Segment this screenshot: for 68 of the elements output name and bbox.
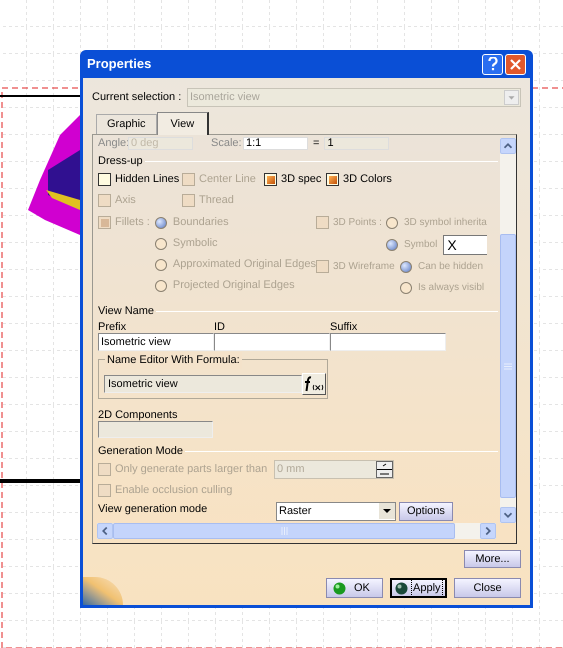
checkbox-label: 3D Points :	[333, 216, 382, 230]
checkbox-label: 3D Wireframe	[333, 260, 395, 274]
checkbox-label: 3D spec	[281, 172, 322, 188]
scroll-down-icon[interactable]	[500, 507, 516, 523]
field-label: Prefix	[98, 320, 128, 333]
radio-label: Symbol	[404, 238, 438, 252]
checkbox-label: Enable occlusion culling	[115, 483, 232, 498]
text-field[interactable]	[330, 333, 446, 351]
field-label: Angle:	[98, 136, 128, 151]
formula-icon	[304, 376, 324, 392]
radio-label: Boundaries	[172, 215, 229, 230]
equals-sign: =	[313, 136, 320, 151]
scale-field[interactable]: 1:1	[243, 136, 308, 150]
more-button[interactable]: More...	[464, 550, 521, 568]
ok-ball-icon	[333, 582, 346, 594]
name-formula-field[interactable]: Isometric view	[104, 375, 302, 393]
checkbox-label: 3D Colors	[343, 172, 392, 188]
radio-label: 3D symbol inherita	[404, 216, 487, 230]
components-field[interactable]	[98, 421, 213, 438]
checkbox-label: Center Line	[199, 172, 256, 188]
scroll-up-icon[interactable]	[500, 138, 516, 154]
checkbox[interactable]	[98, 173, 111, 186]
grip-icon	[504, 362, 512, 370]
grip-icon	[280, 527, 288, 535]
field-label: 2D Components	[98, 408, 178, 421]
checkbox-label: Only generate parts larger than	[115, 462, 268, 478]
radio-label: Symbolic	[172, 236, 218, 252]
close-button[interactable]	[505, 54, 526, 74]
close-icon	[510, 58, 521, 70]
text-field[interactable]	[214, 333, 330, 351]
text-field[interactable]: Isometric view	[98, 333, 214, 351]
checkbox[interactable]	[264, 173, 277, 186]
checkbox-label: Thread	[199, 193, 234, 208]
scale-result-field: 1	[324, 136, 390, 150]
radio-label: Can be hidden	[418, 260, 484, 274]
section-title: Dress-up	[98, 154, 143, 170]
radio-label: Approximated Original Edges	[172, 257, 316, 272]
field-label: View generation mode	[98, 502, 208, 517]
globe-decoration	[83, 577, 123, 605]
formula-button[interactable]	[302, 373, 326, 395]
radio-label: Is always visibl	[418, 281, 484, 295]
radio-label: Projected Original Edges	[172, 278, 295, 294]
generation-mode-dropdown[interactable]: Raster	[276, 502, 396, 520]
apply-button[interactable]: Apply	[390, 578, 447, 598]
field-label: ID	[214, 320, 226, 333]
tab[interactable]: View	[156, 112, 210, 135]
checkbox-label: Axis	[115, 193, 136, 208]
checkbox-label: Hidden Lines	[115, 172, 180, 188]
section-title: Generation Mode	[98, 444, 183, 460]
help-button[interactable]	[482, 54, 503, 74]
field-label: Scale:	[211, 136, 243, 151]
checkbox[interactable]	[326, 173, 339, 186]
ball-icon	[395, 582, 408, 594]
spinner-arrows-icon	[376, 461, 393, 478]
help-icon	[488, 57, 498, 71]
window-title: Properties	[87, 55, 152, 74]
scroll-left-icon[interactable]	[97, 523, 113, 539]
field-label: Suffix	[330, 320, 358, 333]
section-title: View Name	[98, 304, 154, 320]
options-button[interactable]: Options	[399, 502, 453, 520]
checkbox-label: Fillets :	[115, 215, 150, 230]
scroll-right-icon[interactable]	[480, 523, 496, 539]
close-dialog-button[interactable]: Close	[454, 578, 521, 598]
tab[interactable]: Graphic	[96, 114, 157, 134]
current-selection-label: Current selection :	[92, 90, 182, 105]
vertical-scrollbar[interactable]	[500, 138, 516, 523]
ok-button[interactable]: OK	[326, 578, 383, 598]
scroll-thumb[interactable]	[500, 234, 516, 498]
